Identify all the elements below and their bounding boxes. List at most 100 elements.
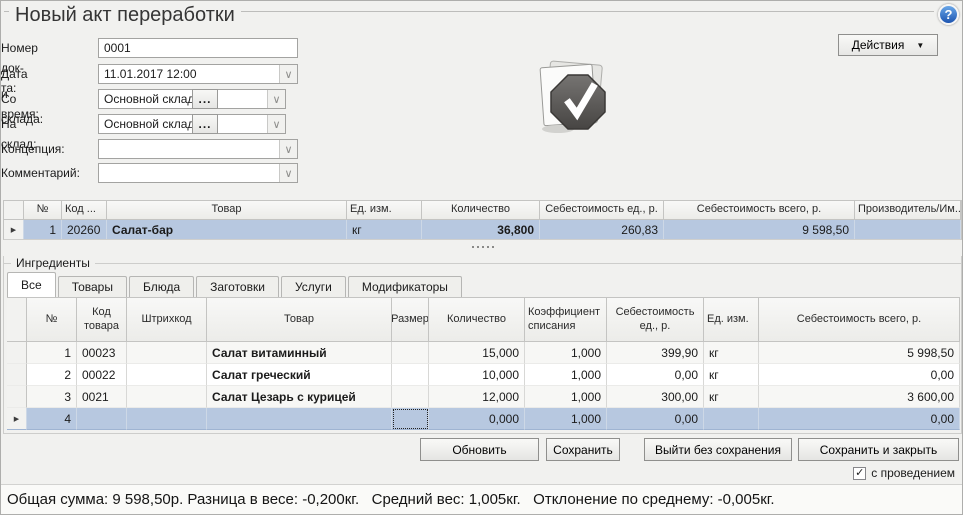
concept-select[interactable]: ∨ xyxy=(98,139,298,159)
cell-code[interactable]: 0021 xyxy=(77,386,127,408)
chevron-down-icon[interactable]: ∨ xyxy=(279,164,297,182)
row-selector[interactable] xyxy=(7,342,27,364)
cell-size[interactable] xyxy=(392,408,429,430)
row-selector[interactable]: ▶ xyxy=(7,408,27,430)
col-size[interactable]: Размер xyxy=(392,298,429,342)
col-product[interactable]: Товар xyxy=(107,201,347,220)
col-unit-cost[interactable]: Себестоимость ед., р. xyxy=(607,298,704,342)
actions-button[interactable]: Действия ▼ xyxy=(838,34,938,56)
cell-qty[interactable]: 0,000 xyxy=(429,408,525,430)
col-unit[interactable]: Ед. изм. xyxy=(347,201,422,220)
table-row[interactable]: ▶ 1 20260 Салат-бар кг 36,800 260,83 9 5… xyxy=(4,220,961,239)
tab-preparations[interactable]: Заготовки xyxy=(196,276,279,297)
datetime-input[interactable]: 11.01.2017 12:00 ∨ xyxy=(98,64,298,84)
cell-unit-cost[interactable]: 260,83 xyxy=(540,220,664,239)
col-total-cost[interactable]: Себестоимость всего, р. xyxy=(664,201,855,220)
cell-producer[interactable] xyxy=(855,220,961,239)
table-row[interactable]: 2 00022 Салат греческий 10,000 1,000 0,00 кг 0,… xyxy=(7,364,960,386)
chevron-down-icon[interactable]: ∨ xyxy=(279,140,297,158)
table-row[interactable]: ▶ 4 0,000 1,000 0,00 0,00 xyxy=(7,408,960,430)
cell-total[interactable]: 0,00 xyxy=(759,408,960,430)
cell-unit[interactable]: кг xyxy=(347,220,422,239)
cell-size[interactable] xyxy=(392,342,429,364)
col-qty[interactable]: Количество xyxy=(422,201,540,220)
cell-qty[interactable]: 36,800 xyxy=(422,220,540,239)
col-num[interactable]: № xyxy=(27,298,77,342)
cell-unit_cost[interactable]: 0,00 xyxy=(607,364,704,386)
col-total-cost[interactable]: Себестоимость всего, р. xyxy=(759,298,960,342)
cell-name[interactable]: Салат Цезарь с курицей xyxy=(207,386,392,408)
table-row[interactable]: 1 00023 Салат витаминный 15,000 1,000 399,90 к… xyxy=(7,342,960,364)
cell-barcode[interactable] xyxy=(127,342,207,364)
cell-name[interactable]: Салат витаминный xyxy=(207,342,392,364)
col-unit[interactable]: Ед. изм. xyxy=(704,298,759,342)
tab-all[interactable]: Все xyxy=(7,272,56,297)
cell-unit[interactable]: кг xyxy=(704,342,759,364)
cell-code[interactable] xyxy=(77,408,127,430)
cell-coeff[interactable]: 1,000 xyxy=(525,386,607,408)
save-and-close-button[interactable]: Сохранить и закрыть xyxy=(798,438,959,461)
row-selector[interactable] xyxy=(7,364,27,386)
chevron-down-icon[interactable]: ∨ xyxy=(267,115,285,133)
cell-num[interactable]: 2 xyxy=(27,364,77,386)
col-num[interactable]: № xyxy=(24,201,62,220)
table-row[interactable]: 3 0021 Салат Цезарь с курицей 12,000 1,000 30… xyxy=(7,386,960,408)
refresh-button[interactable]: Обновить xyxy=(420,438,539,461)
col-code[interactable]: Код товара xyxy=(77,298,127,342)
cell-barcode[interactable] xyxy=(127,386,207,408)
cell-total[interactable]: 0,00 xyxy=(759,364,960,386)
cell-barcode[interactable] xyxy=(127,408,207,430)
cell-qty[interactable]: 12,000 xyxy=(429,386,525,408)
cell-num[interactable]: 1 xyxy=(27,342,77,364)
cell-unit[interactable]: кг xyxy=(704,386,759,408)
cell-unit[interactable]: кг xyxy=(704,364,759,386)
cell-qty[interactable]: 15,000 xyxy=(429,342,525,364)
tab-goods[interactable]: Товары xyxy=(57,276,127,297)
col-code[interactable]: Код ... xyxy=(62,201,107,220)
tab-services[interactable]: Услуги xyxy=(280,276,346,297)
cell-size[interactable] xyxy=(392,386,429,408)
cell-name[interactable]: Салат греческий xyxy=(207,364,392,386)
exit-without-saving-button[interactable]: Выйти без сохранения xyxy=(644,438,792,461)
row-selector[interactable]: ▶ xyxy=(4,220,24,239)
cell-total[interactable]: 5 998,50 xyxy=(759,342,960,364)
tab-modifiers[interactable]: Модификаторы xyxy=(347,276,462,297)
splitter-handle[interactable] xyxy=(3,242,962,252)
cell-coeff[interactable]: 1,000 xyxy=(525,342,607,364)
help-icon[interactable]: ? xyxy=(938,4,959,25)
cell-coeff[interactable]: 1,000 xyxy=(525,364,607,386)
col-barcode[interactable]: Штрихкод xyxy=(127,298,207,342)
cell-num[interactable]: 3 xyxy=(27,386,77,408)
col-producer[interactable]: Производитель/Им... xyxy=(855,201,961,220)
cell-qty[interactable]: 10,000 xyxy=(429,364,525,386)
cell-unit_cost[interactable]: 0,00 xyxy=(607,408,704,430)
tab-dishes[interactable]: Блюда xyxy=(128,276,195,297)
cell-product[interactable]: Салат-бар xyxy=(107,220,347,239)
cell-unit_cost[interactable]: 399,90 xyxy=(607,342,704,364)
row-selector[interactable] xyxy=(7,386,27,408)
cell-num[interactable]: 1 xyxy=(24,220,62,239)
to-store-browse-button[interactable]: ... xyxy=(192,114,218,134)
cell-size[interactable] xyxy=(392,364,429,386)
cell-unit[interactable] xyxy=(704,408,759,430)
cell-unit_cost[interactable]: 300,00 xyxy=(607,386,704,408)
chevron-down-icon[interactable]: ∨ xyxy=(279,65,297,83)
cell-num[interactable]: 4 xyxy=(27,408,77,430)
cell-code[interactable]: 20260 xyxy=(62,220,107,239)
col-product[interactable]: Товар xyxy=(207,298,392,342)
cell-total-cost[interactable]: 9 598,50 xyxy=(664,220,855,239)
cell-barcode[interactable] xyxy=(127,364,207,386)
with-posting-checkbox[interactable]: ✓ с проведением xyxy=(853,465,955,481)
comment-select[interactable]: ∨ xyxy=(98,163,298,183)
cell-code[interactable]: 00023 xyxy=(77,342,127,364)
col-unit-cost[interactable]: Себестоимость ед., р. xyxy=(540,201,664,220)
cell-name[interactable] xyxy=(207,408,392,430)
col-writeoff-coeff[interactable]: Коэффициент списания xyxy=(525,298,607,342)
cell-total[interactable]: 3 600,00 xyxy=(759,386,960,408)
from-store-browse-button[interactable]: ... xyxy=(192,89,218,109)
doc-number-input[interactable]: 0001 xyxy=(98,38,298,58)
cell-code[interactable]: 00022 xyxy=(77,364,127,386)
save-button[interactable]: Сохранить xyxy=(546,438,620,461)
cell-coeff[interactable]: 1,000 xyxy=(525,408,607,430)
col-qty[interactable]: Количество xyxy=(429,298,525,342)
